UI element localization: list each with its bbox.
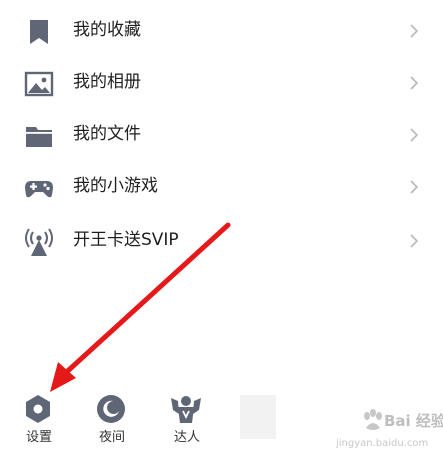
expert-badge-icon bbox=[171, 396, 201, 423]
menu-item-minigames[interactable]: 我的小游戏 bbox=[0, 160, 443, 212]
chevron-right-icon bbox=[410, 234, 419, 248]
moon-icon bbox=[97, 395, 125, 423]
menu-item-label: 我的文件 bbox=[73, 124, 141, 144]
chevron-right-icon bbox=[410, 128, 419, 142]
gamepad-icon bbox=[25, 181, 53, 198]
baidu-jingyan-watermark: Bai 经验 jingyan.baidu.com bbox=[318, 404, 443, 454]
watermark-brand: Bai 经验 bbox=[384, 412, 443, 430]
folder-icon bbox=[26, 127, 52, 147]
expert-button[interactable]: 达人 bbox=[159, 388, 211, 458]
watermark-url: jingyan.baidu.com bbox=[336, 438, 429, 449]
menu-item-label: 我的收藏 bbox=[73, 20, 141, 40]
menu-item-album[interactable]: 我的相册 bbox=[0, 56, 443, 108]
menu-item-king-card-svip[interactable]: 开王卡送SVIP bbox=[0, 214, 443, 266]
menu-item-favorites[interactable]: 我的收藏 bbox=[0, 4, 443, 56]
bookmark-icon bbox=[30, 20, 48, 44]
expert-label: 达人 bbox=[173, 430, 200, 445]
night-mode-button[interactable]: 夜间 bbox=[84, 388, 136, 458]
menu-item-label: 开王卡送SVIP bbox=[73, 230, 179, 250]
chevron-right-icon bbox=[410, 180, 419, 194]
settings-button[interactable]: 设置 bbox=[11, 388, 63, 458]
menu-item-files[interactable]: 我的文件 bbox=[0, 108, 443, 160]
paw-icon bbox=[364, 409, 382, 430]
menu-item-label: 我的相册 bbox=[73, 72, 141, 92]
night-mode-label: 夜间 bbox=[98, 430, 125, 445]
signal-tower-icon bbox=[25, 228, 53, 256]
settings-label: 设置 bbox=[25, 430, 52, 445]
chevron-right-icon bbox=[410, 24, 419, 38]
menu-item-label: 我的小游戏 bbox=[73, 176, 158, 196]
blank-placeholder-tile bbox=[240, 395, 276, 439]
album-icon bbox=[24, 71, 54, 97]
chevron-right-icon bbox=[410, 76, 419, 90]
settings-icon bbox=[26, 395, 50, 423]
